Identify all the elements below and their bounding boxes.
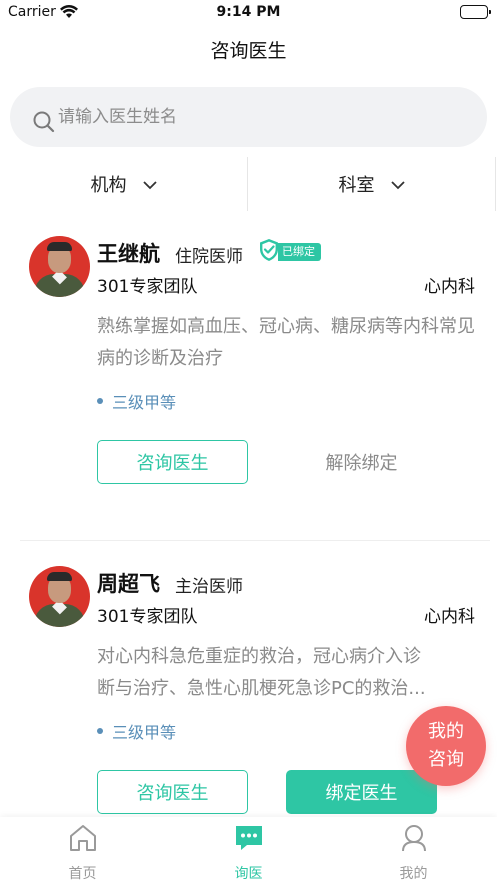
filter-department[interactable]: 科室 [248, 155, 495, 213]
chevron-down-icon [390, 174, 405, 195]
doctor-department: 心内科 [424, 607, 475, 627]
consult-doctor-button[interactable]: 咨询医生 [97, 440, 248, 484]
filter-bar: 机构 科室 [0, 155, 497, 213]
doctor-description: 对心内科急危重症的救治，冠心病介入诊 断与治疗、急性心肌梗死急诊PC的救治... [97, 641, 477, 705]
divider [495, 157, 496, 211]
search-icon [33, 111, 55, 137]
chat-icon [234, 823, 264, 853]
doctor-name: 周超飞 [97, 572, 160, 596]
fab-label-line1: 我的 [428, 721, 464, 742]
tab-home[interactable]: 首页 [0, 817, 165, 883]
bound-badge: 已绑定 [258, 238, 321, 266]
filter-institution[interactable]: 机构 [0, 155, 247, 213]
fab-label-line2: 咨询 [428, 749, 464, 770]
doctor-team: 301专家团队 [97, 607, 198, 627]
doctor-team: 301专家团队 [97, 277, 198, 297]
search-bar[interactable] [10, 87, 487, 147]
hospital-level-label: 三级甲等 [112, 723, 177, 742]
clock: 9:14 PM [216, 4, 281, 20]
hospital-level: 三级甲等 [97, 389, 176, 413]
tab-mine[interactable]: 我的 [331, 817, 496, 883]
chevron-down-icon [142, 174, 157, 195]
search-input[interactable] [58, 103, 458, 131]
person-icon [399, 823, 429, 853]
page-title: 咨询医生 [210, 40, 287, 62]
battery-icon [460, 5, 491, 19]
consult-doctor-button[interactable]: 咨询医生 [97, 770, 248, 814]
tab-consult-label: 询医 [234, 866, 263, 882]
tab-bar: 首页 询医 我的 [0, 817, 497, 883]
doctor-department: 心内科 [424, 277, 475, 297]
hospital-level-label: 三级甲等 [112, 393, 177, 412]
doctor-name: 王继航 [97, 242, 160, 266]
avatar [29, 236, 90, 297]
tab-home-label: 首页 [68, 866, 97, 882]
doctor-description-line: 对心内科急危重症的救治，冠心病介入诊 [97, 646, 421, 667]
bind-doctor-button[interactable]: 绑定医生 [286, 770, 437, 814]
avatar [29, 566, 90, 627]
hospital-level: 三级甲等 [97, 719, 176, 743]
doctor-description: 熟练掌握如高血压、冠心病、糖尿病等内科常见病的诊断及治疗 [97, 316, 475, 369]
divider [20, 540, 490, 541]
tab-consult[interactable]: 询医 [166, 817, 331, 883]
status-bar: Carrier 9:14 PM [0, 0, 497, 26]
dot-icon [97, 728, 103, 734]
my-consultation-button[interactable]: 我的 咨询 [406, 706, 486, 786]
doctor-title: 主治医师 [175, 577, 243, 597]
dot-icon [97, 398, 103, 404]
unbind-button[interactable]: 解除绑定 [286, 440, 437, 484]
shield-check-icon [258, 238, 280, 266]
filter-department-label: 科室 [338, 175, 375, 196]
filter-institution-label: 机构 [90, 175, 127, 196]
tab-mine-label: 我的 [399, 866, 428, 882]
home-icon [68, 823, 98, 853]
doctor-description-line: 断与治疗、急性心肌梗死急诊PC的救治... [97, 678, 426, 699]
doctor-title: 住院医师 [175, 247, 243, 267]
bound-badge-label: 已绑定 [278, 243, 321, 261]
